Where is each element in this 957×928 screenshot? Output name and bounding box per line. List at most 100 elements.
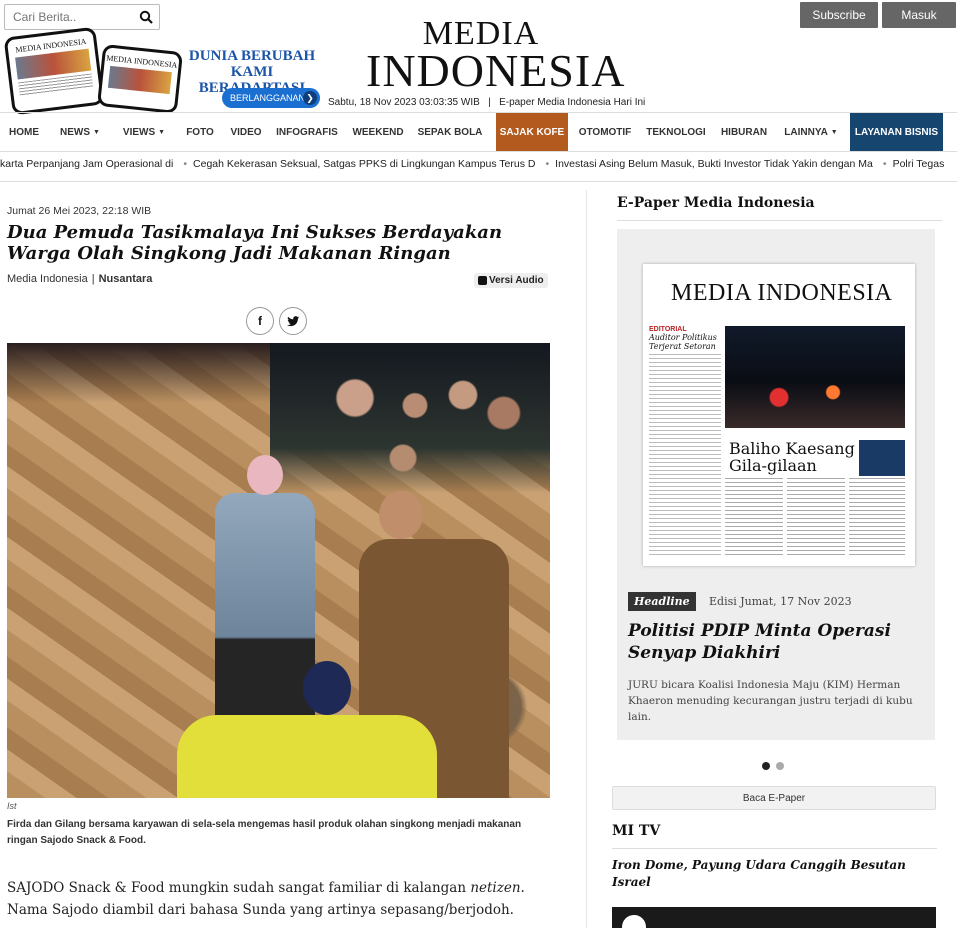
search-icon[interactable] (139, 10, 153, 24)
photo-person (215, 493, 315, 733)
carousel-dots (762, 762, 784, 770)
photo-caption: Firda dan Gilang bersama karyawan di sel… (7, 819, 522, 846)
epaper-headline-line: Baliho Kaesang (729, 439, 855, 458)
byline-separator: | (91, 273, 95, 285)
nav-item-label: HOME (9, 126, 39, 138)
nav-item-weekend[interactable]: WEEKEND (350, 113, 406, 151)
subscription-banner[interactable]: MEDIA INDONESIA MEDIA INDONESIA DUNIA BE… (3, 26, 322, 116)
nav-item-label: INFOGRAFIS (276, 126, 338, 138)
bullet-icon: • (545, 158, 550, 170)
nav-item-label: HIBURAN (720, 126, 768, 138)
nav-item-label: SEPAK BOLA (417, 126, 483, 138)
nav-item-lainnya[interactable]: LAINNYA ▼ (780, 113, 842, 151)
headline-badge: Headline (628, 592, 696, 611)
ticker-item[interactable]: Polri Tegaskan Netral (893, 158, 945, 170)
column-divider (586, 190, 587, 928)
ticker-item[interactable]: Investasi Asing Belum Masuk, Bukti Inves… (555, 158, 873, 170)
epaper-kicker: EDITORIAL (649, 326, 721, 333)
epaper-masthead: MEDIA INDONESIA (671, 280, 893, 306)
nav-item-label: LAINNYA (784, 126, 828, 138)
share-facebook-button[interactable]: f (246, 307, 274, 335)
photo-person (379, 491, 423, 539)
epaper-headline-line: Gila-gilaan (729, 456, 817, 475)
nav-item-label: VIEWS (122, 126, 156, 138)
main-nav: HOME NEWS ▼ VIEWS ▼ FOTO VIDEO INFOGRAFIS WEEKEN… (0, 112, 957, 152)
ticker-item[interactable]: Cegah Kekerasan Seksual, Satgas PPKS di … (193, 158, 535, 170)
ticker-item[interactable]: karta Perpanjang Jam Operasional di (0, 158, 173, 170)
nav-item-news[interactable]: NEWS ▼ (52, 113, 108, 151)
nav-item-hiburan[interactable]: HIBURAN (714, 113, 774, 151)
carousel-dot[interactable] (776, 762, 784, 770)
nav-item-video[interactable]: VIDEO (226, 113, 266, 151)
lead-text: SAJODO Snack & Food mungkin sudah sangat… (7, 880, 471, 896)
nav-item-sepak-bola[interactable]: SEPAK BOLA (414, 113, 486, 151)
dateline-separator: | (482, 97, 497, 108)
edition-date: Edisi Jumat, 17 Nov 2023 (709, 595, 852, 608)
business-services-button[interactable]: LAYANAN BISNIS (850, 113, 943, 151)
nav-item-infografis[interactable]: INFOGRAFIS (272, 113, 342, 151)
search-input[interactable] (5, 5, 131, 29)
photo-group-people (307, 353, 547, 503)
login-button[interactable]: Masuk (882, 2, 956, 28)
epaper-section-title: E-Paper Media Indonesia (617, 195, 815, 211)
photo-credit: Ist (7, 801, 17, 811)
read-epaper-button[interactable]: Baca E-Paper (612, 786, 936, 810)
author-name[interactable]: Media Indonesia (7, 273, 88, 285)
nav-item-label: FOTO (186, 126, 214, 138)
epaper-left-column: EDITORIAL Auditor Politikus Terjerat Set… (649, 326, 721, 558)
epaper-page-headline: Baliho Kaesang Gila-gilaan (729, 440, 855, 474)
epaper-side-box (859, 440, 905, 476)
caret-down-icon: ▼ (93, 128, 100, 136)
nav-item-label: VIDEO (230, 126, 262, 138)
divider (0, 181, 957, 182)
phone-mockup: MEDIA INDONESIA (3, 26, 105, 116)
subscribe-button[interactable]: Subscribe (800, 2, 878, 28)
divider (617, 220, 942, 221)
channel-avatar (622, 915, 646, 928)
nav-item-teknologi[interactable]: TEKNOLOGI (642, 113, 710, 151)
site-logo[interactable]: MEDIA INDONESIA (366, 17, 624, 94)
section-link[interactable]: Nusantara (99, 273, 153, 285)
epaper-text-columns (725, 478, 905, 558)
promo-line-1: DUNIA BERUBAH (188, 48, 316, 64)
mitv-video-player[interactable] (612, 907, 936, 928)
twitter-icon (286, 315, 299, 326)
photo-person (247, 455, 283, 495)
audio-version-button[interactable]: Versi Audio (474, 273, 548, 288)
epaper-card[interactable]: MEDIA INDONESIA EDITORIAL Auditor Politi… (617, 229, 935, 740)
search-box[interactable] (4, 4, 160, 30)
bullet-icon: • (183, 158, 188, 170)
epaper-left-headline: Auditor Politikus Terjerat Setoran (649, 333, 721, 351)
nav-item-foto[interactable]: FOTO (180, 113, 220, 151)
nav-item-home[interactable]: HOME (4, 113, 44, 151)
nav-item-views[interactable]: VIEWS ▼ (116, 113, 172, 151)
arrow-right-icon: ❯ (303, 91, 317, 105)
byline: Media Indonesia | Nusantara (7, 273, 152, 285)
epaper-photo (725, 326, 905, 428)
news-ticker: karta Perpanjang Jam Operasional di • Cega… (0, 158, 945, 180)
epaper-front-page[interactable]: MEDIA INDONESIA EDITORIAL Auditor Politi… (643, 264, 915, 566)
mitv-headline[interactable]: Iron Dome, Payung Udara Canggih Besutan … (612, 857, 937, 891)
caret-down-icon: ▼ (830, 128, 838, 136)
phone-mockup: MEDIA INDONESIA (96, 43, 184, 115)
bullet-icon: • (882, 158, 887, 170)
caret-down-icon: ▼ (158, 128, 166, 136)
audio-icon (478, 276, 487, 285)
phone-photo (107, 65, 172, 95)
nav-item-sajak-kofe[interactable]: SAJAK KOFE (496, 113, 568, 151)
epaper-today-link[interactable]: E-paper Media Indonesia Hari Ini (499, 97, 645, 108)
subscribe-promo-button[interactable]: BERLANGGANAN ❯ (222, 88, 320, 108)
article-photo (7, 343, 550, 798)
photo-person (177, 715, 437, 798)
promo-button-label: BERLANGGANAN (230, 93, 306, 103)
nav-item-otomotif[interactable]: OTOMOTIF (574, 113, 636, 151)
nav-item-label: WEEKEND (352, 126, 404, 138)
facebook-icon: f (258, 314, 262, 328)
article-title: Dua Pemuda Tasikmalaya Ini Sukses Berday… (7, 222, 503, 264)
share-twitter-button[interactable] (279, 307, 307, 335)
headline-summary: JURU bicara Koalisi Indonesia Maju (KIM)… (628, 679, 913, 723)
headline-title[interactable]: Politisi PDIP Minta Operasi Senyap Diakh… (628, 620, 926, 664)
carousel-dot[interactable] (762, 762, 770, 770)
article-date: Jumat 26 Mei 2023, 22:18 WIB (7, 205, 152, 217)
dateline: Sabtu, 18 Nov 2023 03:03:35 WIB | E-pape… (328, 97, 645, 108)
